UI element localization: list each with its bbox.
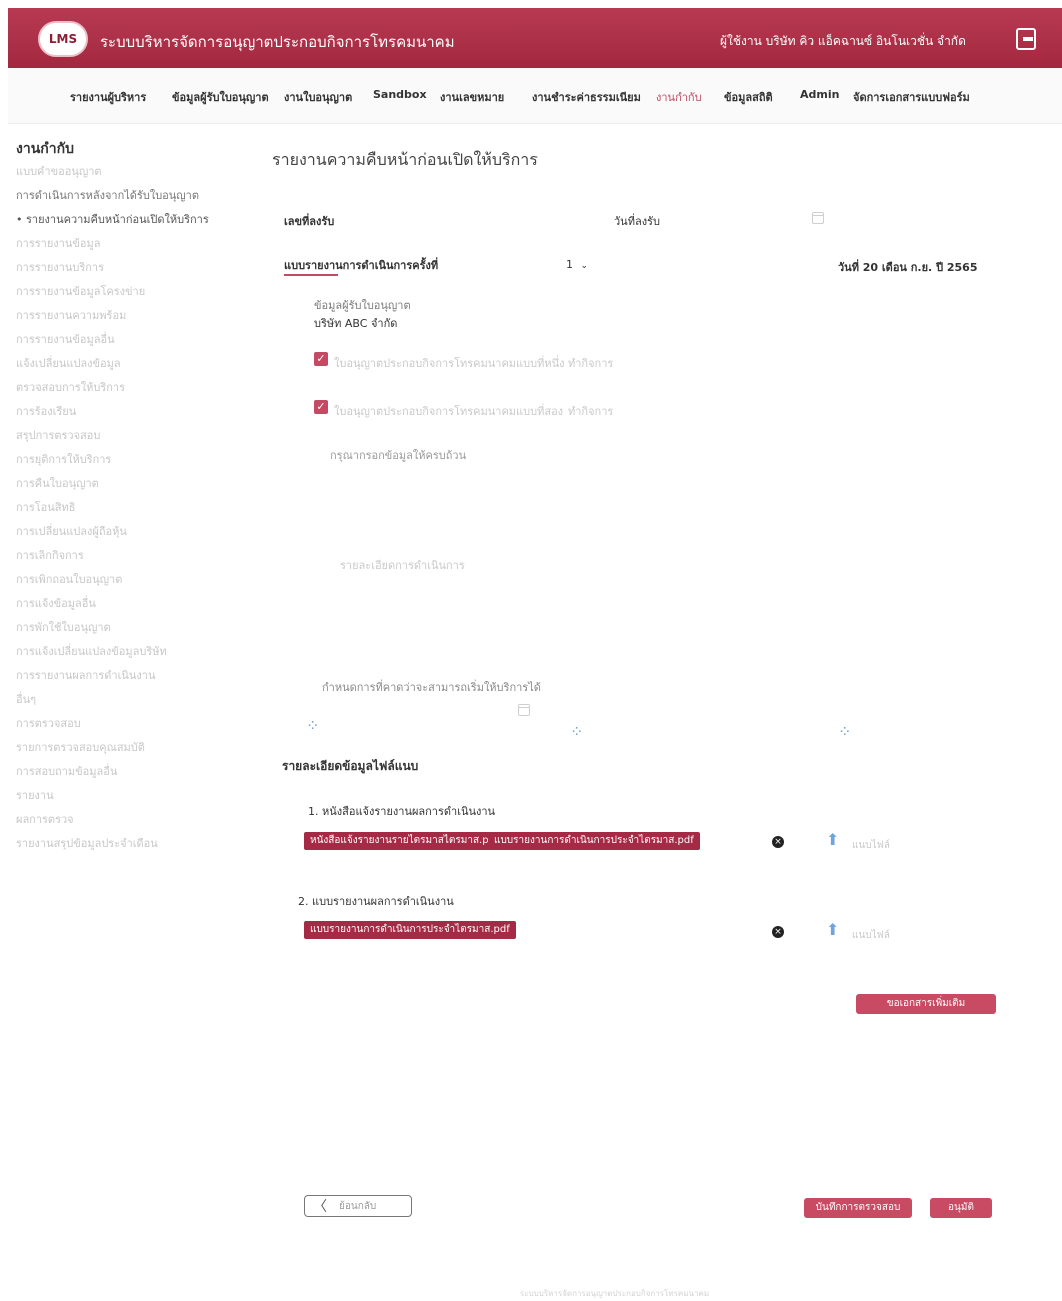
sidebar-item-current[interactable]: • รายงานความคืบหน้าก่อนเปิดให้บริการ [16,210,209,228]
sidebar-item[interactable]: สรุปการตรวจสอบ [16,426,100,444]
upload-label[interactable]: แนบไฟล์ [852,928,890,943]
sidebar-item[interactable]: แบบคำขออนุญาต [16,162,102,180]
sidebar-item[interactable]: การยุติการให้บริการ [16,450,111,468]
nav-supervision[interactable]: งานกำกับ [656,88,702,106]
upload-icon[interactable]: ⬆ [826,830,839,849]
attachment1-label: 1. หนังสือแจ้งรายงานผลการดำเนินงาน [308,805,496,818]
sidebar-item[interactable]: การรายงานข้อมูล [16,234,100,252]
report-date: วันที่ 20 เดือน ก.ย. ปี 2565 [838,261,978,274]
attachment2-label: 2. แบบรายงานผลการดำเนินงาน [298,895,454,908]
report-round-value: 1 [566,258,573,271]
chevron-left-icon: 〈 [313,1199,327,1215]
calendar-icon[interactable] [518,704,530,716]
schedule-label: กำหนดการที่คาดว่าจะสามารถเริ่มให้บริการไ… [322,681,541,694]
attachments-title: รายละเอียดข้อมูลไฟล์แนบ [282,759,419,773]
nav-sandbox[interactable]: Sandbox [373,88,427,101]
remove-file-icon[interactable]: × [772,926,784,938]
upload-icon[interactable]: ⬆ [826,920,839,939]
app-title: ระบบบริหารจัดการอนุญาตประกอบกิจการโทรคมน… [100,33,455,51]
sidebar-item[interactable]: การสอบถามข้อมูลอื่น [16,762,117,780]
sidebar-item[interactable]: การคืนใบอนุญาต [16,474,99,492]
footer-text: ระบบบริหารจัดการอนุญาตประกอบกิจการโทรคมน… [520,1289,710,1298]
report-round-label: แบบรายงานการดำเนินการครั้งที่ [284,259,439,272]
sidebar-item[interactable]: แจ้งเปลี่ยนแปลงข้อมูล [16,354,121,372]
receipt-date-label: วันที่ลงรับ [614,215,660,228]
sidebar-item[interactable]: การร้องเรียน [16,402,76,420]
attachment-file[interactable]: แบบรายงานการดำเนินการประจำไตรมาส.pdf [304,921,516,939]
nav-license-work[interactable]: งานใบอนุญาต [284,88,352,106]
upload-label[interactable]: แนบไฟล์ [852,838,890,853]
nav-fee-payment[interactable]: งานชำระค่าธรรมเนียม [532,88,641,106]
detail-textarea[interactable]: รายละเอียดการดำเนินการ [340,556,465,574]
sidebar-item[interactable]: การเปลี่ยนแปลงผู้ถือหุ้น [16,522,127,540]
nav-executive-report[interactable]: รายงานผู้บริหาร [70,88,146,106]
sidebar-item[interactable]: การดำเนินการหลังจากได้รับใบอนุญาต [16,186,199,204]
remove-file-icon[interactable]: × [772,836,784,848]
sidebar-item[interactable]: การรายงานข้อมูลอื่น [16,330,115,348]
save-check-button[interactable]: บันทึกการตรวจสอบ [804,1198,912,1218]
sidebar-item[interactable]: การรายงานข้อมูลโครงข่าย [16,282,145,300]
licensee-info-label: ข้อมูลผู้รับใบอนุญาต [314,299,411,312]
loading-spinner-icon: ⁘ [838,722,852,741]
calendar-icon[interactable] [812,212,824,224]
top-header: LMS ระบบบริหารจัดการอนุญาตประกอบกิจการโท… [8,8,1062,68]
license1-label: ใบอนุญาตประกอบกิจการโทรคมนาคมแบบที่หนึ่ง [334,357,565,370]
user-info: ผู้ใช้งาน บริษัท คิว แอ็คฉานซ์ อินโนเวชั… [720,34,966,48]
logout-icon[interactable] [1016,28,1036,50]
chevron-down-icon: ⌄ [580,261,589,271]
active-tab-underline [284,274,338,276]
nav-licensee-info[interactable]: ข้อมูลผู้รับใบอนุญาต [172,88,269,106]
nav-numbering[interactable]: งานเลขหมาย [440,88,504,106]
sidebar-item[interactable]: การรายงานความพร้อม [16,306,126,324]
sidebar-item[interactable]: ผลการตรวจ [16,810,74,828]
attachment-file[interactable]: แบบรายงานการดำเนินการประจำไตรมาส.pdf [488,832,700,850]
nav-form-docs[interactable]: จัดการเอกสารแบบฟอร์ม [853,88,970,106]
fill-prompt: กรุณากรอกข้อมูลให้ครบถ้วน [330,449,467,462]
report-round-select[interactable]: 1 ⌄ [566,258,588,271]
page-title: รายงานความคืบหน้าก่อนเปิดให้บริการ [272,150,538,169]
back-button[interactable]: 〈 ย้อนกลับ [304,1195,412,1217]
sidebar-item[interactable]: การแจ้งข้อมูลอื่น [16,594,96,612]
main-nav: รายงานผู้บริหาร ข้อมูลผู้รับใบอนุญาต งาน… [8,68,1062,124]
approve-button[interactable]: อนุมัติ [930,1198,992,1218]
loading-spinner-icon: ⁘ [306,716,320,735]
sidebar-item[interactable]: การรายงานบริการ [16,258,104,276]
sidebar-item[interactable]: การโอนสิทธิ [16,498,75,516]
request-docs-button[interactable]: ขอเอกสารเพิ่มเติม [856,994,996,1014]
sidebar-item[interactable]: การเพิกถอนใบอนุญาต [16,570,122,588]
license2-tail: ทำกิจการ [568,405,614,418]
license1-tail: ทำกิจการ [568,357,614,370]
sidebar-item[interactable]: การพักใช้ใบอนุญาต [16,618,111,636]
sidebar-item[interactable]: การเลิกกิจการ [16,546,84,564]
loading-spinner-icon: ⁘ [570,722,584,741]
license2-label: ใบอนุญาตประกอบกิจการโทรคมนาคมแบบที่สอง [334,405,564,418]
attachment-file[interactable]: หนังสือแจ้งรายงานรายไตรมาสไตรมาส.pdf [304,832,505,850]
sidebar-item[interactable]: รายงาน [16,786,54,804]
sidebar-item[interactable]: การรายงานผลการดำเนินงาน [16,666,155,684]
sidebar-item[interactable]: การตรวจสอบ [16,714,81,732]
nav-statistics[interactable]: ข้อมูลสถิติ [724,88,773,106]
sidebar-title: งานกำกับ [16,141,74,157]
license2-checkbox[interactable]: ✓ [314,400,328,414]
back-button-label: ย้อนกลับ [339,1200,377,1212]
nav-admin[interactable]: Admin [800,88,839,101]
sidebar-item[interactable]: การแจ้งเปลี่ยนแปลงข้อมูลบริษัท [16,642,167,660]
sidebar-item[interactable]: อื่นๆ [16,690,36,708]
lms-logo: LMS [38,21,88,57]
sidebar-item[interactable]: รายงานสรุปข้อมูลประจำเดือน [16,834,158,852]
sidebar-item[interactable]: รายการตรวจสอบคุณสมบัติ [16,738,145,756]
license1-checkbox[interactable]: ✓ [314,352,328,366]
licensee-name: บริษัท ABC จำกัด [314,317,398,330]
sidebar-item[interactable]: ตรวจสอบการให้บริการ [16,378,125,396]
receipt-no-label: เลขที่ลงรับ [284,215,335,228]
